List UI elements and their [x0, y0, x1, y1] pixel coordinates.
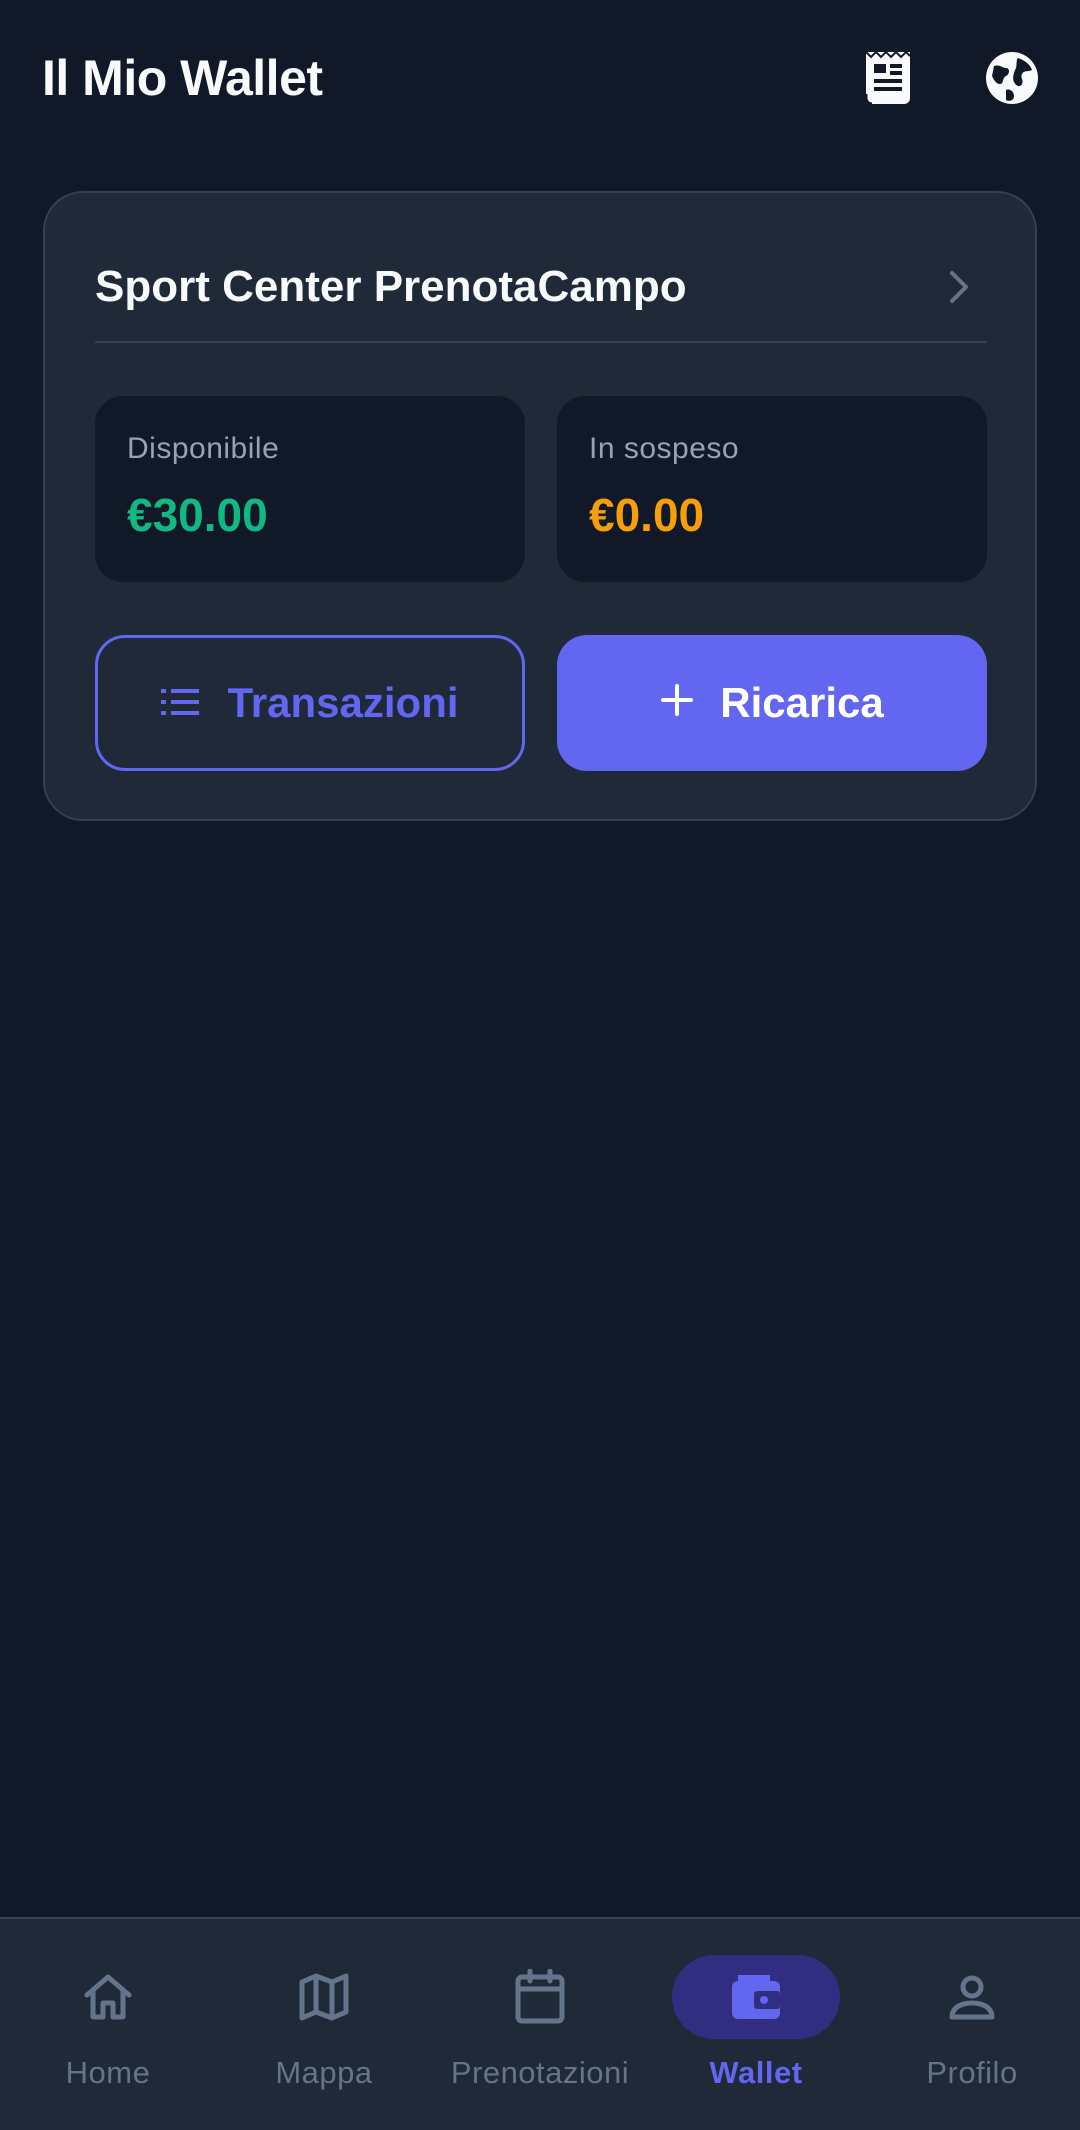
nav-label-map: Mappa [275, 2055, 373, 2090]
list-icon [161, 679, 201, 727]
globe-icon[interactable] [980, 46, 1044, 110]
bottom-navigation: Home Mappa Prenotazioni Wallet Profilo [0, 1917, 1080, 2130]
nav-item-bookings[interactable]: Prenotazioni [432, 1955, 648, 2091]
receipt-icon[interactable] [856, 46, 920, 110]
map-icon [240, 1955, 408, 2039]
nav-item-map[interactable]: Mappa [216, 1955, 432, 2091]
nav-label-home: Home [65, 2055, 151, 2090]
page-title: Il Mio Wallet [42, 49, 323, 106]
transactions-button[interactable]: Transazioni [95, 635, 525, 771]
app-header: Il Mio Wallet [0, 0, 1080, 155]
recharge-button[interactable]: Ricarica [557, 635, 987, 771]
wallet-screen: Il Mio Wallet Sport Center PrenotaCampo … [0, 0, 1080, 2130]
pending-label: In sospeso [589, 432, 740, 465]
profile-icon [888, 1955, 1056, 2039]
chevron-right-icon[interactable] [939, 267, 979, 307]
home-icon [24, 1955, 192, 2039]
available-balance-box: Disponibile €30.00 [95, 396, 525, 582]
wallet-card-header[interactable]: Sport Center PrenotaCampo [95, 233, 987, 343]
pending-amount: €0.00 [589, 489, 705, 541]
wallet-card: Sport Center PrenotaCampo Disponibile €3… [43, 191, 1037, 821]
nav-label-bookings: Prenotazioni [450, 2055, 630, 2090]
pending-balance-box: In sospeso €0.00 [557, 396, 987, 582]
calendar-icon [456, 1955, 624, 2039]
wallet-icon [672, 1955, 840, 2039]
nav-item-profile[interactable]: Profilo [864, 1955, 1080, 2091]
nav-item-wallet[interactable]: Wallet [648, 1955, 864, 2091]
available-label: Disponibile [127, 432, 280, 465]
transactions-label: Transazioni [227, 679, 459, 726]
nav-label-profile: Profilo [926, 2055, 1018, 2090]
nav-item-home[interactable]: Home [0, 1955, 216, 2091]
plus-icon [660, 679, 694, 727]
available-amount: €30.00 [127, 489, 268, 541]
recharge-label: Ricarica [720, 679, 884, 726]
nav-label-wallet: Wallet [709, 2055, 803, 2090]
header-actions [856, 46, 1044, 110]
wallet-card-title: Sport Center PrenotaCampo [95, 262, 687, 311]
